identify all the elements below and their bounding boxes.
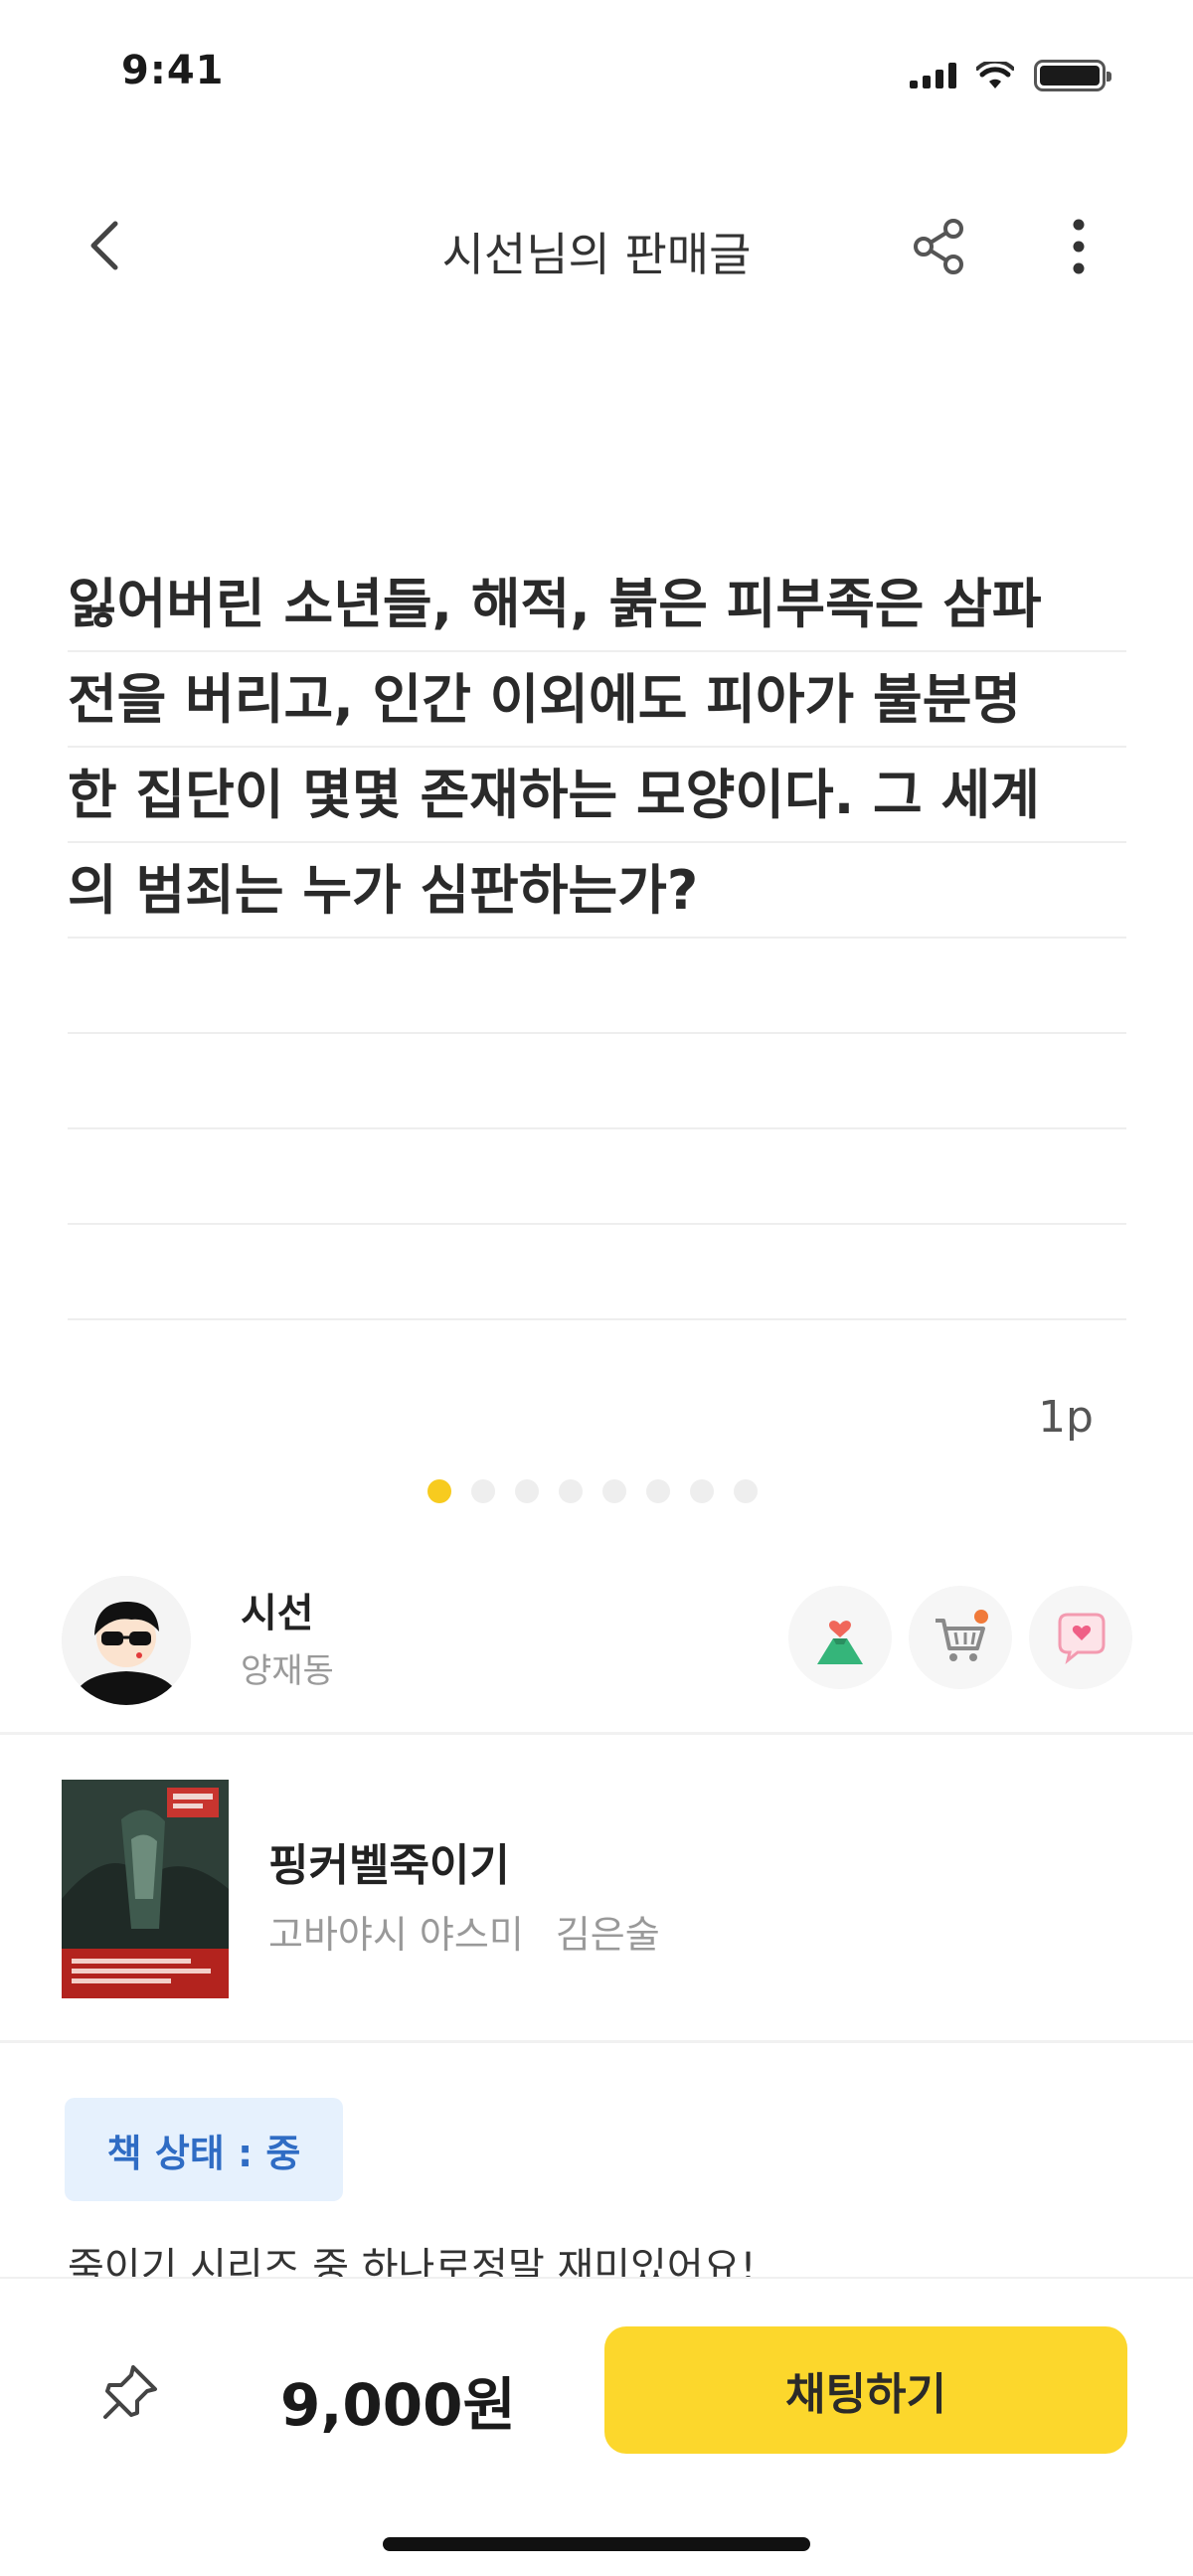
book-condition-badge: 책 상태 : 중 [65,2098,343,2201]
chat-button[interactable]: 채팅하기 [604,2326,1127,2454]
page-dot[interactable] [690,1479,714,1503]
wifi-icon [976,62,1014,88]
page-dot[interactable] [734,1479,758,1503]
avatar-illustration-icon [62,1576,191,1705]
battery-icon [1034,60,1111,91]
note-line [68,1225,1126,1320]
book-cover-illustration [62,1780,229,1998]
home-indicator [383,2537,810,2551]
seller-name: 시선 [241,1591,314,1636]
bottom-action-bar: 9,000원 채팅하기 [0,2277,1193,2576]
cellular-signal-icon [910,63,956,88]
seller-profile[interactable]: 시선 양재동 [0,1566,1193,1735]
seller-location: 양재동 [241,1651,334,1691]
book-cover-image[interactable] [62,1780,229,1998]
badge-volcano[interactable] [788,1586,892,1689]
note-line [68,1034,1126,1129]
page-indicator [427,1479,758,1503]
page-dot[interactable] [559,1479,583,1503]
note-line [68,1129,1126,1225]
page-dot[interactable] [515,1479,539,1503]
shopping-cart-icon [936,1610,988,1661]
note-line: 한 집단이 몇몇 존재하는 모양이다. 그 세계 [68,748,1126,843]
book-translator: 김은술 [555,1913,660,1957]
note-line: 잃어버린 소년들, 해적, 붉은 피부족은 삼파 [68,557,1126,652]
note-line: 의 범죄는 누가 심판하는가? [68,843,1126,939]
heart-chat-icon [1058,1613,1106,1664]
more-options-button[interactable] [1039,207,1118,286]
page-title: 시선님의 판매글 [441,228,752,281]
volcano-heart-icon [817,1621,863,1664]
status-time: 9:41 [121,48,225,93]
avatar[interactable] [62,1576,191,1705]
book-author: 고바야시 야스미 [268,1913,524,1957]
top-nav: 시선님의 판매글 [0,189,1193,298]
share-icon [914,219,963,274]
price: 9,000원 [280,2371,516,2439]
badge-heart[interactable] [1029,1586,1132,1689]
divider [0,1732,1193,1735]
page-dot[interactable] [471,1479,495,1503]
note-line: 전을 버리고, 인간 이외에도 피아가 불분명 [68,652,1126,748]
note-line [68,939,1126,1034]
page-dot[interactable] [602,1479,626,1503]
status-bar: 9:41 [0,0,1193,149]
book-meta: 고바야시 야스미 김은술 [268,1904,660,1959]
more-vertical-icon [1073,219,1085,274]
book-info[interactable]: 핑커벨죽이기 고바야시 야스미 김은술 [0,1775,1193,2003]
page-dot-active[interactable] [427,1479,451,1503]
note-page: 잃어버린 소년들, 해적, 붉은 피부족은 삼파 전을 버리고, 인간 이외에도… [68,557,1126,1320]
badge-cart[interactable] [909,1586,1012,1689]
pin-button[interactable] [89,2353,169,2433]
page-number: 1p [1038,1392,1094,1443]
share-button[interactable] [900,207,979,286]
divider [0,2040,1193,2043]
book-title: 핑커벨죽이기 [268,1840,510,1891]
pin-icon [103,2365,157,2419]
page-dot[interactable] [646,1479,670,1503]
status-icons [910,56,1111,95]
